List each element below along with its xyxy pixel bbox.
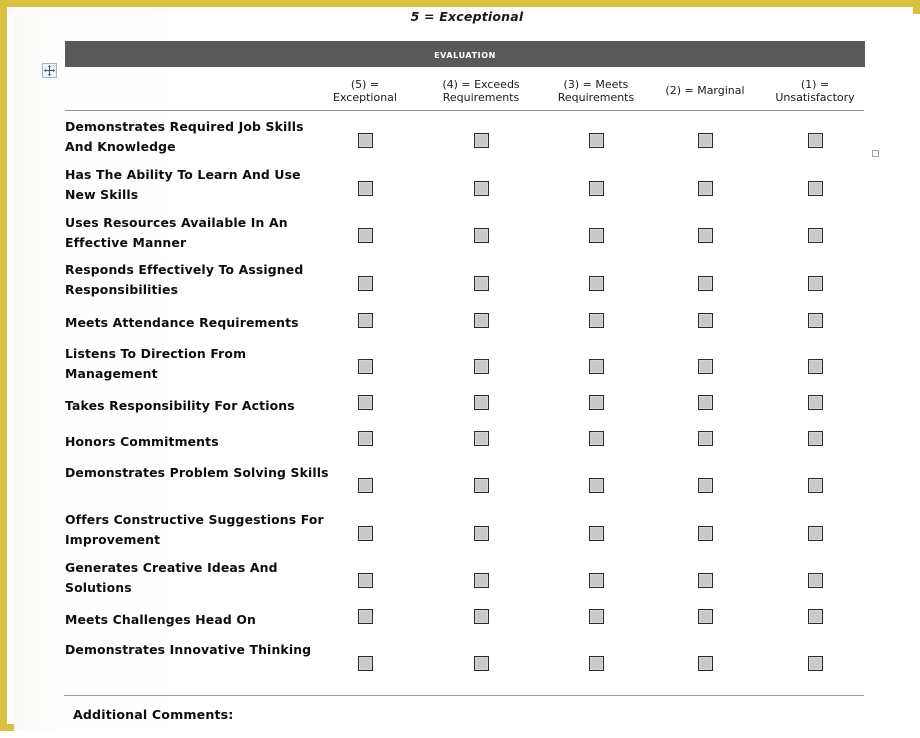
- rating-checkbox[interactable]: [474, 478, 489, 493]
- rating-checkbox[interactable]: [358, 478, 373, 493]
- criterion-label: Meets Attendance Requirements: [65, 315, 299, 330]
- rating-checkbox[interactable]: [808, 526, 823, 541]
- rating-checkbox[interactable]: [808, 181, 823, 196]
- rating-checkbox[interactable]: [358, 228, 373, 243]
- rating-checkbox[interactable]: [589, 313, 604, 328]
- rating-checkbox[interactable]: [358, 276, 373, 291]
- document-page: 5 = Exceptional Evaluation (5) = Exceptio…: [0, 0, 920, 731]
- criterion-label: Honors Commitments: [65, 434, 219, 449]
- rating-checkbox[interactable]: [589, 431, 604, 446]
- bottom-divider-rule: [64, 695, 864, 696]
- rating-checkbox[interactable]: [808, 656, 823, 671]
- criterion-label: Meets Challenges Head On: [65, 612, 256, 627]
- rating-checkbox[interactable]: [698, 573, 713, 588]
- rating-checkbox[interactable]: [474, 359, 489, 374]
- rating-checkbox[interactable]: [474, 228, 489, 243]
- rating-checkbox[interactable]: [808, 276, 823, 291]
- rating-checkbox[interactable]: [358, 313, 373, 328]
- criterion-label: Has The Ability To Learn And Use New Ski…: [65, 167, 301, 202]
- rating-checkbox[interactable]: [698, 431, 713, 446]
- rating-checkbox[interactable]: [358, 656, 373, 671]
- rating-checkbox[interactable]: [589, 276, 604, 291]
- rating-checkbox[interactable]: [698, 276, 713, 291]
- rating-checkbox[interactable]: [589, 133, 604, 148]
- criterion-label: Listens To Direction From Management: [65, 346, 247, 381]
- rating-checkbox[interactable]: [474, 609, 489, 624]
- rating-checkbox[interactable]: [808, 609, 823, 624]
- evaluation-criteria-rows: Demonstrates Required Job Skills And Kno…: [7, 7, 920, 738]
- rating-checkbox[interactable]: [474, 276, 489, 291]
- rating-checkbox[interactable]: [358, 526, 373, 541]
- rating-checkbox[interactable]: [698, 313, 713, 328]
- rating-checkbox[interactable]: [474, 181, 489, 196]
- rating-checkbox[interactable]: [474, 573, 489, 588]
- rating-checkbox[interactable]: [698, 181, 713, 196]
- rating-checkbox[interactable]: [474, 395, 489, 410]
- criterion-label: Takes Responsibility For Actions: [65, 398, 295, 413]
- rating-checkbox[interactable]: [589, 656, 604, 671]
- rating-checkbox[interactable]: [358, 359, 373, 374]
- rating-checkbox[interactable]: [474, 313, 489, 328]
- rating-checkbox[interactable]: [589, 359, 604, 374]
- rating-checkbox[interactable]: [589, 228, 604, 243]
- rating-checkbox[interactable]: [808, 573, 823, 588]
- criterion-label: Uses Resources Available In An Effective…: [65, 215, 288, 250]
- rating-checkbox[interactable]: [808, 359, 823, 374]
- rating-checkbox[interactable]: [589, 526, 604, 541]
- rating-checkbox[interactable]: [358, 395, 373, 410]
- rating-checkbox[interactable]: [589, 478, 604, 493]
- rating-checkbox[interactable]: [589, 395, 604, 410]
- criterion-label: Generates Creative Ideas And Solutions: [65, 560, 278, 595]
- criterion-label: Demonstrates Problem Solving Skills: [65, 465, 329, 480]
- rating-checkbox[interactable]: [358, 133, 373, 148]
- criterion-label: Demonstrates Required Job Skills And Kno…: [65, 119, 304, 154]
- additional-comments-label: Additional Comments:: [73, 707, 234, 722]
- rating-checkbox[interactable]: [358, 609, 373, 624]
- rating-checkbox[interactable]: [808, 313, 823, 328]
- rating-checkbox[interactable]: [474, 431, 489, 446]
- rating-checkbox[interactable]: [698, 478, 713, 493]
- rating-checkbox[interactable]: [474, 526, 489, 541]
- criterion-label: Responds Effectively To Assigned Respons…: [65, 262, 304, 297]
- rating-checkbox[interactable]: [698, 395, 713, 410]
- rating-checkbox[interactable]: [808, 478, 823, 493]
- rating-checkbox[interactable]: [698, 228, 713, 243]
- rating-checkbox[interactable]: [358, 181, 373, 196]
- rating-checkbox[interactable]: [698, 656, 713, 671]
- rating-checkbox[interactable]: [698, 133, 713, 148]
- rating-checkbox[interactable]: [589, 181, 604, 196]
- rating-checkbox[interactable]: [808, 431, 823, 446]
- rating-checkbox[interactable]: [474, 656, 489, 671]
- rating-checkbox[interactable]: [358, 573, 373, 588]
- rating-checkbox[interactable]: [589, 573, 604, 588]
- criterion-label: Offers Constructive Suggestions For Impr…: [65, 512, 324, 547]
- rating-checkbox[interactable]: [808, 395, 823, 410]
- rating-checkbox[interactable]: [474, 133, 489, 148]
- criterion-label: Demonstrates Innovative Thinking: [65, 642, 312, 657]
- rating-checkbox[interactable]: [698, 609, 713, 624]
- rating-checkbox[interactable]: [808, 133, 823, 148]
- rating-checkbox[interactable]: [358, 431, 373, 446]
- rating-checkbox[interactable]: [589, 609, 604, 624]
- rating-checkbox[interactable]: [808, 228, 823, 243]
- rating-checkbox[interactable]: [698, 359, 713, 374]
- rating-checkbox[interactable]: [698, 526, 713, 541]
